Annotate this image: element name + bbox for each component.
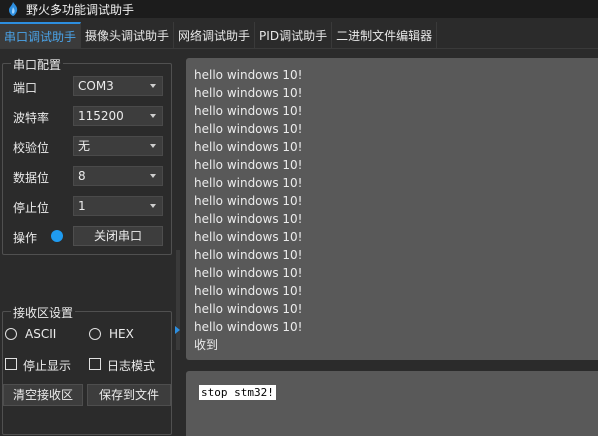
stopbits-select[interactable]: 1 [73,196,163,216]
left-scrollbar[interactable] [176,250,180,350]
port-label: 端口 [13,81,38,95]
left-panel: 串口配置 端口 COM3 波特率 115200 校验位 无 数据位 8 停止位 … [0,49,182,436]
parity-select[interactable]: 无 [73,136,163,156]
port-select[interactable]: COM3 [73,76,163,96]
log-mode-label: 日志模式 [107,359,156,373]
chevron-down-icon [150,84,156,88]
receive-line: hello windows 10! [194,104,303,118]
receive-line: hello windows 10! [194,320,303,334]
receive-settings-title: 接收区设置 [11,304,76,321]
baud-label: 波特率 [13,111,50,125]
clear-receive-button[interactable]: 清空接收区 [3,384,83,406]
baud-value: 115200 [78,109,124,123]
receive-line: hello windows 10! [194,140,303,154]
hex-label: HEX [109,327,134,341]
ascii-label: ASCII [25,327,57,341]
receive-line: hello windows 10! [194,194,303,208]
app-logo-icon [9,2,18,16]
chevron-down-icon [150,174,156,178]
save-to-file-button[interactable]: 保存到文件 [87,384,171,406]
operation-label: 操作 [13,231,38,245]
stop-display-checkbox[interactable] [5,358,17,370]
receive-line: hello windows 10! [194,86,303,100]
receive-line: hello windows 10! [194,158,303,172]
close-port-button[interactable]: 关闭串口 [73,226,163,246]
chevron-down-icon [150,114,156,118]
chevron-down-icon [150,144,156,148]
baud-select[interactable]: 115200 [73,106,163,126]
receive-line: hello windows 10! [194,248,303,262]
tab-pid-assistant[interactable]: PID调试助手 [255,22,333,48]
ascii-radio[interactable] [5,328,17,340]
tab-binary-editor[interactable]: 二进制文件编辑器 [332,22,438,48]
databits-select[interactable]: 8 [73,166,163,186]
splitter-toggle-icon[interactable] [175,326,180,334]
send-text-selection: stop stm32! [199,385,276,400]
window-title: 野火多功能调试助手 [26,2,135,17]
receive-area[interactable]: hello windows 10! hello windows 10! hell… [186,58,598,360]
receive-line: 收到 [194,338,219,352]
receive-line: hello windows 10! [194,230,303,244]
chevron-down-icon [150,204,156,208]
tab-serial-assistant[interactable]: 串口调试助手 [0,22,82,48]
stopbits-label: 停止位 [13,201,50,215]
receive-line: hello windows 10! [194,284,303,298]
title-bar: 野火多功能调试助手 [0,0,598,18]
receive-line: hello windows 10! [194,122,303,136]
tab-network-assistant[interactable]: 网络调试助手 [174,22,256,48]
serial-config-group: 串口配置 端口 COM3 波特率 115200 校验位 无 数据位 8 停止位 … [2,56,172,255]
stop-display-label: 停止显示 [23,359,72,373]
tab-bar: 串口调试助手 摄像头调试助手 网络调试助手 PID调试助手 二进制文件编辑器 [0,22,598,49]
receive-line: hello windows 10! [194,212,303,226]
receive-line: hello windows 10! [194,302,303,316]
receive-text: hello windows 10! hello windows 10! hell… [194,66,303,354]
hex-radio[interactable] [89,328,101,340]
send-area[interactable]: stop stm32! [186,371,598,436]
serial-config-title: 串口配置 [11,56,64,73]
tab-camera-assistant[interactable]: 摄像头调试助手 [81,22,175,48]
log-mode-checkbox[interactable] [89,358,101,370]
port-status-indicator [51,230,63,242]
port-value: COM3 [78,79,114,93]
receive-line: hello windows 10! [194,176,303,190]
receive-line: hello windows 10! [194,68,303,82]
receive-settings-group: 接收区设置 ASCII HEX 停止显示 日志模式 清空接收区 保存到文件 [2,304,172,435]
databits-value: 8 [78,169,86,183]
parity-label: 校验位 [13,141,50,155]
parity-value: 无 [78,139,91,153]
databits-label: 数据位 [13,171,50,185]
receive-line: hello windows 10! [194,266,303,280]
stopbits-value: 1 [78,199,86,213]
